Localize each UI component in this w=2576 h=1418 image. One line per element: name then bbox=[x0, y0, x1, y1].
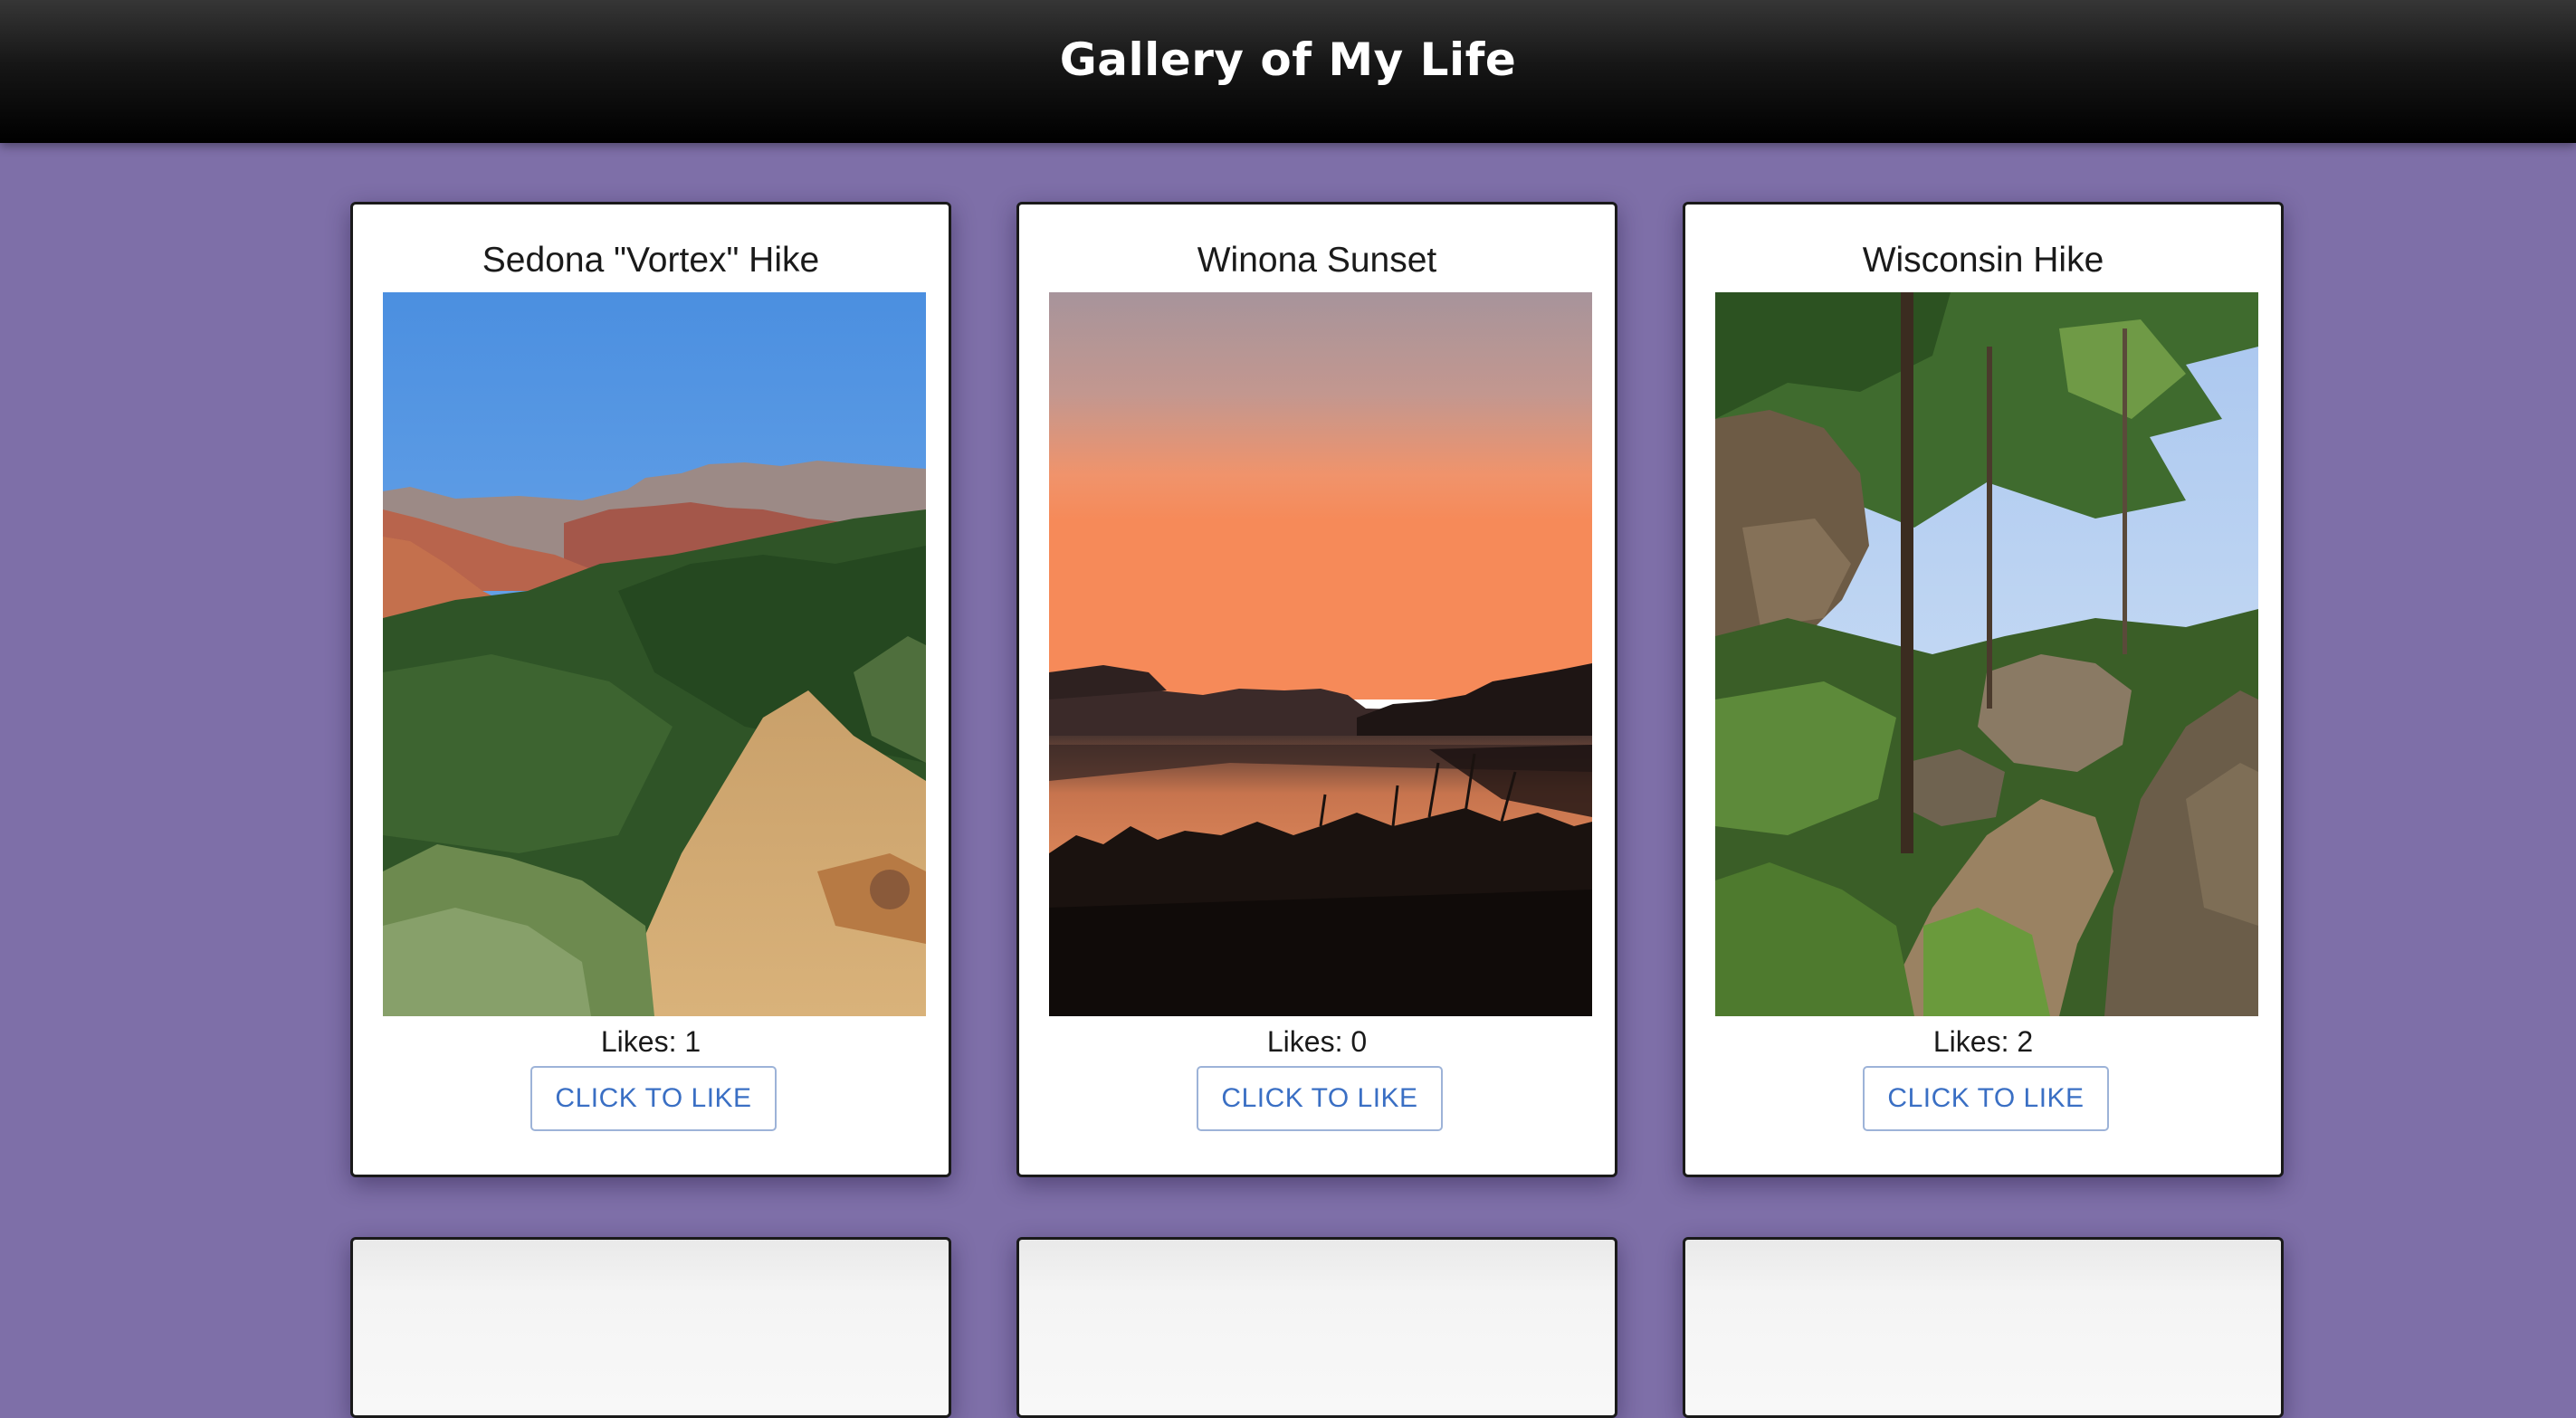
likes-count: Likes: 0 bbox=[1266, 1025, 1368, 1058]
wisconsin-hike-photo bbox=[1715, 292, 2258, 1016]
card-title: Winona Sunset bbox=[1197, 241, 1437, 280]
winona-sunset-photo bbox=[1049, 292, 1592, 1016]
card-title: Sedona "Vortex" Hike bbox=[482, 241, 820, 280]
sedona-hike-photo bbox=[383, 292, 926, 1016]
like-button[interactable]: CLICK TO LIKE bbox=[530, 1066, 777, 1131]
card-title: Wisconsin Hike bbox=[1862, 241, 2104, 280]
likes-count: Likes: 2 bbox=[1932, 1025, 2034, 1058]
likes-count: Likes: 1 bbox=[600, 1025, 701, 1058]
like-button[interactable]: CLICK TO LIKE bbox=[1863, 1066, 2109, 1131]
gallery-card: Winona Sunset Likes: 0 CLICK TO LIKE bbox=[1016, 202, 1617, 1177]
gallery-card-partial bbox=[1683, 1237, 2284, 1418]
like-button[interactable]: CLICK TO LIKE bbox=[1197, 1066, 1443, 1131]
gallery-card-partial bbox=[350, 1237, 951, 1418]
page-header: Gallery of My Life bbox=[0, 0, 2576, 143]
gallery-card: Wisconsin Hike Likes: 2 CLICK TO LIKE bbox=[1683, 202, 2284, 1177]
gallery-card: Sedona "Vortex" Hike Likes: 1 CLICK TO L… bbox=[350, 202, 951, 1177]
page-title: Gallery of My Life bbox=[1059, 33, 1517, 86]
gallery-card-partial bbox=[1016, 1237, 1617, 1418]
